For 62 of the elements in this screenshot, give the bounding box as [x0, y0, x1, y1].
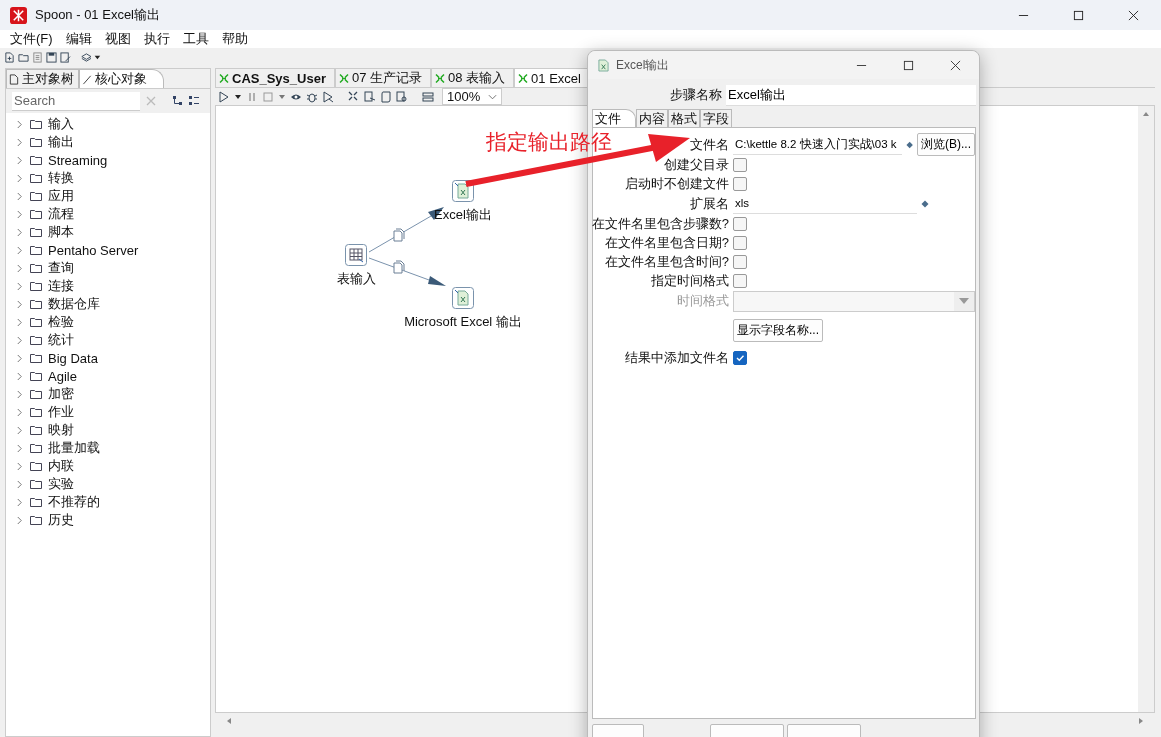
tree-item[interactable]: 转换	[48, 169, 74, 187]
document-tab[interactable]: CAS_Sys_User	[215, 68, 335, 87]
menu-item[interactable]: 工具	[182, 30, 209, 48]
field-label: 在文件名里包含步骤数?	[591, 214, 729, 233]
dialog-tab[interactable]: 内容	[636, 109, 668, 127]
tree-item[interactable]: 流程	[48, 205, 74, 223]
menu-item[interactable]: 视图	[104, 30, 131, 48]
tree-item[interactable]: 连接	[48, 277, 74, 295]
menu-item[interactable]: 帮助	[221, 30, 248, 48]
document-tab[interactable]: 08 表输入	[431, 68, 515, 87]
panel-tab[interactable]: 主对象树	[6, 69, 79, 88]
step-name-field[interactable]: Excel输出	[726, 84, 976, 106]
tree-item[interactable]: 映射	[48, 421, 74, 439]
tree-item[interactable]: 输出	[48, 133, 74, 151]
field-label: 步骤名称	[669, 86, 722, 104]
field-label: 创建父目录	[664, 155, 729, 174]
tree-item[interactable]: Big Data	[48, 350, 98, 366]
tree-item[interactable]: 输入	[48, 115, 74, 133]
tree-item[interactable]: 数据仓库	[48, 295, 100, 313]
tree-item[interactable]: 作业	[48, 403, 74, 421]
field-label: 扩展名	[690, 194, 729, 213]
dialog-title: Excel输出	[616, 56, 670, 74]
field-label: 时间格式	[677, 292, 729, 310]
tree-item[interactable]: Agile	[48, 368, 77, 384]
tree-item[interactable]: 历史	[48, 511, 74, 529]
step-label: 表输入	[336, 270, 376, 288]
tree-item[interactable]: 应用	[48, 187, 74, 205]
document-tab[interactable]: 07 生产记录	[334, 68, 432, 87]
menu-item[interactable]: 编辑	[65, 30, 92, 48]
tree-item[interactable]: 脚本	[48, 223, 74, 241]
field-label: 指定时间格式	[651, 271, 729, 290]
menu-item[interactable]: 文件(F)	[10, 30, 53, 48]
tree-item[interactable]: 查询	[48, 259, 74, 277]
window-title: Spoon - 01 Excel输出	[35, 6, 160, 24]
tree-item[interactable]: 批量加载	[48, 439, 100, 457]
dialog-tab[interactable]: 字段	[700, 109, 732, 127]
tree-item[interactable]: 实验	[48, 475, 74, 493]
tree-item[interactable]: 不推荐的	[48, 493, 100, 511]
tree-item[interactable]: Pentaho Server	[48, 242, 139, 258]
tree-item[interactable]: 内联	[48, 457, 74, 475]
field-label: 在文件名里包含时间?	[604, 252, 729, 271]
field-label: 文件名	[690, 135, 729, 154]
tree-item[interactable]: 统计	[48, 331, 74, 349]
field-label: 启动时不创建文件	[625, 174, 729, 193]
show-field-names-button[interactable]: 显示字段名称...	[733, 318, 823, 342]
field-label: 结果中添加文件名	[625, 348, 729, 367]
document-tab[interactable]: 01 Excel	[514, 68, 590, 87]
panel-tab[interactable]: 核心对象	[79, 69, 164, 88]
annotation-text: 指定输出路径	[486, 129, 612, 155]
tree-item[interactable]: 加密	[48, 385, 74, 403]
search-field[interactable]: Search	[12, 91, 140, 111]
zoom-dropdown[interactable]: 100%	[442, 88, 503, 105]
dialog-tab[interactable]: 格式	[668, 109, 700, 127]
dialog-tab[interactable]: 文件	[592, 109, 636, 127]
menu-item[interactable]: 执行	[143, 30, 170, 48]
browse-button[interactable]: 浏览(B)...	[917, 133, 975, 156]
step-label: Excel输出	[434, 206, 492, 224]
field-label: 在文件名里包含日期?	[604, 233, 729, 252]
text-field[interactable]: C:\kettle 8.2 快速入门实战\03 k	[733, 134, 902, 155]
step-label: Microsoft Excel 输出	[404, 313, 522, 331]
tree-item[interactable]: Streaming	[48, 152, 108, 168]
tree-item[interactable]: 检验	[48, 313, 74, 331]
